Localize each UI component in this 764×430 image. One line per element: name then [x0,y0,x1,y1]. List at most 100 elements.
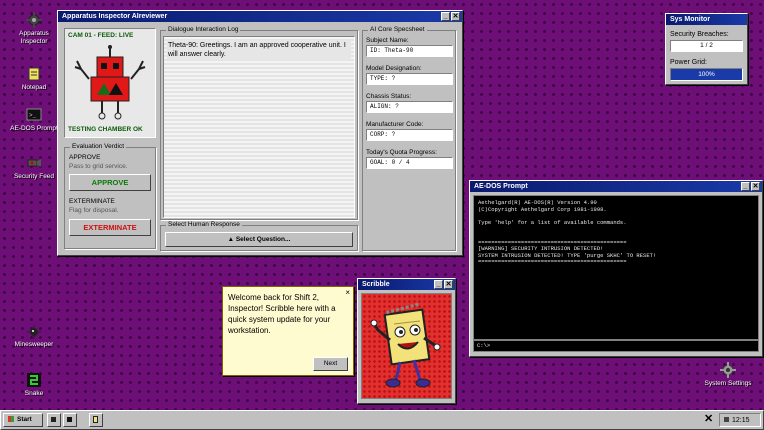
exterminate-button[interactable]: EXTERMINATE [69,219,151,236]
terminal-window: AE-DOS Prompt _ ✕ Aethelgard(R) AE-DOS(R… [469,180,763,357]
scribble-window: Scribble _ ✕ [357,278,456,404]
desktop-icon-system-settings[interactable]: System Settings [703,362,753,388]
power-gauge: 100% [670,68,743,81]
start-label: Start [17,416,32,423]
terminal-line: ========================================… [478,258,627,266]
close-button[interactable]: ✕ [451,12,460,21]
snake-icon [26,372,42,388]
close-button[interactable]: ✕ [444,280,453,289]
close-button[interactable]: ✕ [751,182,760,191]
scribble-mascot[interactable] [361,293,452,399]
scribble-titlebar[interactable]: Scribble _ ✕ [358,279,455,290]
cam-label: CAM 01 - FEED: LIVE [68,32,134,39]
window-title: AE-DOS Prompt [474,183,528,190]
dialogue-title: Dialogue Interaction Log [166,26,241,33]
window-title: Scribble [362,281,390,288]
terminal-line: Type 'help' for a list of available comm… [478,218,627,226]
sys-monitor-window: Sys Monitor Security Breaches: 1 / 2 Pow… [665,13,748,85]
svg-text:>_: >_ [29,112,37,119]
terminal-icon: >_ [26,107,42,123]
windows-logo-icon [8,416,14,423]
spec-label: Chassis Status: [366,93,412,100]
power-value: 100% [698,71,715,78]
terminal-input[interactable]: C:\> [473,340,759,352]
desktop-icon-label: AE-DOS Prompt [10,125,58,132]
exterminate-desc: Flag for disposal. [69,207,119,214]
specsheet-title: AI Core Specsheet [368,26,427,33]
minimize-button[interactable]: _ [741,182,750,191]
desktop-icon-label: Snake [24,390,44,397]
minimize-button[interactable]: _ [434,280,443,289]
taskbar-item-inspector[interactable] [47,413,61,427]
bubble-text: Welcome back for Shift 2, Inspector! Scr… [228,293,336,335]
breaches-value: 1 / 2 [670,40,743,52]
tray-x-icon[interactable]: ✕ [704,412,713,425]
sys-monitor-titlebar[interactable]: Sys Monitor [666,14,747,25]
spec-manufacturer-code: CORP: ? [366,129,453,141]
desktop-icon-label: System Settings [704,380,752,387]
dialogue-message: Theta-90: Greetings. I am an approved co… [167,40,351,60]
mine-icon [26,323,42,339]
taskbar: Start ✕ 12:15 [0,410,764,430]
spec-label: Subject Name: [366,37,409,44]
verdict-group: Evaluation Verdict APPROVE Pass to grid … [64,143,156,249]
notepad-icon [26,66,42,82]
window-title: Apparatus Inspector AIreviewer [62,13,168,20]
robot-image [71,43,149,125]
terminal-output: Aethelgard(R) AE-DOS(R) Version 4.90 (C)… [473,195,759,340]
desktop-icon-notepad[interactable]: Notepad [9,66,59,92]
next-button[interactable]: Next [313,357,348,371]
terminal-prompt: C:\> [477,342,491,349]
response-title: Select Human Response [166,221,242,228]
dialogue-group: Dialogue Interaction Log Theta-90: Greet… [160,26,358,220]
desktop-icon-label: Security Feed [13,173,55,180]
dialogue-log[interactable]: Theta-90: Greetings. I am an approved co… [163,36,355,218]
inspector-titlebar[interactable]: Apparatus Inspector AIreviewer _ ✕ [58,11,462,22]
verdict-title: Evaluation Verdict [70,143,127,150]
desktop-icon-minesweeper[interactable]: Minesweeper [9,323,59,349]
specsheet-group: AI Core Specsheet Subject Name: ID: Thet… [362,26,456,251]
gear-icon [720,362,736,378]
spec-subject-name: ID: Theta-90 [366,45,453,57]
spec-model-designation: TYPE: ? [366,73,453,85]
terminal-icon [67,417,72,422]
clock-time: 12:15 [732,417,750,424]
bubble-close-icon[interactable]: × [345,288,350,297]
camera-icon [26,155,42,171]
terminal-line: (C)Copyright Aethelgard Corp 1981-1998. [478,205,607,213]
desktop-icon-snake[interactable]: Snake [9,372,59,398]
taskbar-item-scribble[interactable] [89,413,103,427]
desktop-icon-ae-dos[interactable]: >_ AE-DOS Prompt [9,107,59,133]
gear-icon [26,12,42,28]
breaches-label: Security Breaches: [670,31,729,38]
desktop-icon-apparatus-inspector[interactable]: Apparatus Inspector [9,12,59,46]
approve-button[interactable]: APPROVE [69,174,151,191]
exterminate-heading: EXTERMINATE [69,198,115,205]
power-label: Power Grid: [670,59,707,66]
scribble-speech-bubble: × Welcome back for Shift 2, Inspector! S… [222,286,354,376]
speaker-icon[interactable] [724,417,729,423]
spec-label: Today's Quota Progress: [366,149,437,156]
spec-label: Manufacturer Code: [366,121,424,128]
camera-feed: CAM 01 - FEED: LIVE TESTING CHAMBER OK [64,28,156,138]
desktop-icon-label: Apparatus Inspector [19,30,49,45]
window-icon [51,417,56,422]
approve-desc: Pass to grid service. [69,163,128,170]
spec-label: Model Designation: [366,65,422,72]
desktop-icon-label: Minesweeper [14,341,54,348]
desktop-icon-security-feed[interactable]: Security Feed [9,155,59,181]
inspector-window: Apparatus Inspector AIreviewer _ ✕ CAM 0… [57,10,463,256]
scribble-icon [93,416,98,423]
start-button[interactable]: Start [3,413,43,427]
chamber-status: TESTING CHAMBER OK [68,126,143,133]
window-title: Sys Monitor [670,16,711,23]
spec-quota-progress: GOAL: 0 / 4 [366,157,453,169]
minimize-button[interactable]: _ [441,12,450,21]
response-group: Select Human Response ▲ Select Question.… [160,221,358,251]
select-question-button[interactable]: ▲ Select Question... [165,232,353,247]
terminal-titlebar[interactable]: AE-DOS Prompt _ ✕ [470,181,762,192]
approve-heading: APPROVE [69,154,101,161]
taskbar-item-terminal[interactable] [63,413,77,427]
desktop-icon-label: Notepad [21,84,47,91]
clock: 12:15 [719,413,761,427]
